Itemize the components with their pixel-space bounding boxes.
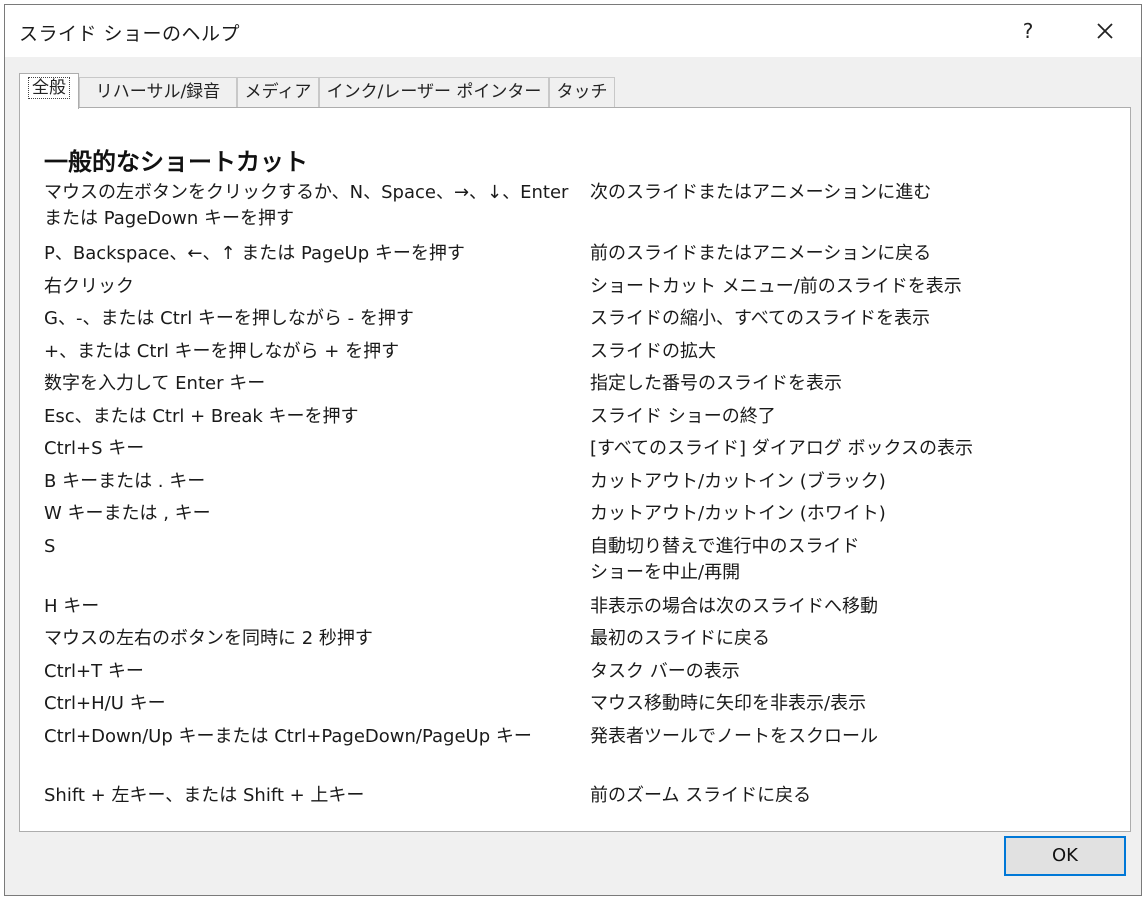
shortcut-keys: S xyxy=(44,536,56,557)
ok-button[interactable]: OK xyxy=(1004,836,1126,876)
shortcut-action: カットアウト/カットイン (ブラック) xyxy=(590,471,886,492)
shortcut-keys: G、-、または Ctrl キーを押しながら - を押す xyxy=(44,308,414,329)
shortcut-action: [すべてのスライド] ダイアログ ボックスの表示 xyxy=(590,438,973,459)
shortcut-keys: Esc、または Ctrl + Break キーを押す xyxy=(44,406,359,427)
shortcut-keys: Ctrl+S キー xyxy=(44,438,145,459)
shortcut-action: 自動切り替えで進行中のスライド ショーを中止/再開 xyxy=(590,536,860,583)
shortcut-keys: B キーまたは . キー xyxy=(44,471,206,492)
shortcut-action: ショートカット メニュー/前のスライドを表示 xyxy=(590,276,962,297)
tab-rehearsal[interactable]: リハーサル/録音 xyxy=(79,77,237,107)
tab-strip: 全般 リハーサル/録音 メディア インク/レーザー ポインター タッチ xyxy=(19,73,1129,109)
shortcut-action: タスク バーの表示 xyxy=(590,661,740,682)
shortcut-keys: Ctrl+T キー xyxy=(44,661,144,682)
section-heading: 一般的なショートカット xyxy=(44,148,308,176)
help-button[interactable]: ? xyxy=(1005,13,1051,49)
shortcut-action: 非表示の場合は次のスライドへ移動 xyxy=(590,596,878,617)
shortcut-action: カットアウト/カットイン (ホワイト) xyxy=(590,503,886,524)
tab-media[interactable]: メディア xyxy=(237,77,319,107)
dialog-footer xyxy=(5,832,1141,895)
shortcut-keys: マウスの左ボタンをクリックするか、N、Space、→、↓、Enter または P… xyxy=(44,182,569,229)
shortcut-action: マウス移動時に矢印を非表示/表示 xyxy=(590,693,867,714)
shortcut-keys: 数字を入力して Enter キー xyxy=(44,373,266,394)
shortcut-action: 前のズーム スライドに戻る xyxy=(590,785,812,806)
shortcut-action: 次のスライドまたはアニメーションに進む xyxy=(590,182,932,203)
tab-label: 全般 xyxy=(28,77,70,99)
slideshow-help-dialog: スライド ショーのヘルプ ? 全般 リハーサル/録音 メディア インク/レーザー… xyxy=(4,4,1142,896)
shortcut-keys: Ctrl+Down/Up キーまたは Ctrl+PageDown/PageUp … xyxy=(44,726,532,747)
close-icon xyxy=(1097,23,1113,39)
tab-general[interactable]: 全般 xyxy=(19,73,79,109)
tab-panel-general: 一般的なショートカット マウスの左ボタンをクリックするか、N、Space、→、↓… xyxy=(19,107,1131,832)
shortcut-action: スライドの拡大 xyxy=(590,341,716,362)
dialog-title: スライド ショーのヘルプ xyxy=(19,23,241,45)
tab-touch[interactable]: タッチ xyxy=(549,77,615,107)
shortcut-keys: 右クリック xyxy=(44,276,134,297)
shortcut-action: 指定した番号のスライドを表示 xyxy=(590,373,842,394)
shortcut-keys: +、または Ctrl キーを押しながら + を押す xyxy=(44,341,400,362)
shortcut-keys: H キー xyxy=(44,596,100,617)
shortcut-keys: マウスの左右のボタンを同時に 2 秒押す xyxy=(44,628,373,649)
shortcut-keys: W キーまたは , キー xyxy=(44,503,211,524)
shortcut-action: 最初のスライドに戻る xyxy=(590,628,770,649)
shortcut-keys: P、Backspace、←、↑ または PageUp キーを押す xyxy=(44,243,465,264)
shortcut-keys: Ctrl+H/U キー xyxy=(44,693,166,714)
shortcut-keys: Shift + 左キー、または Shift + 上キー xyxy=(44,785,365,806)
title-bar: スライド ショーのヘルプ ? xyxy=(5,5,1141,57)
shortcut-action: スライドの縮小、すべてのスライドを表示 xyxy=(590,308,931,329)
tab-ink-laser-pointer[interactable]: インク/レーザー ポインター xyxy=(319,77,549,107)
close-button[interactable] xyxy=(1081,13,1129,49)
shortcut-action: 前のスライドまたはアニメーションに戻る xyxy=(590,243,932,264)
shortcut-action: 発表者ツールでノートをスクロール xyxy=(590,726,878,747)
shortcut-action: スライド ショーの終了 xyxy=(590,406,776,427)
